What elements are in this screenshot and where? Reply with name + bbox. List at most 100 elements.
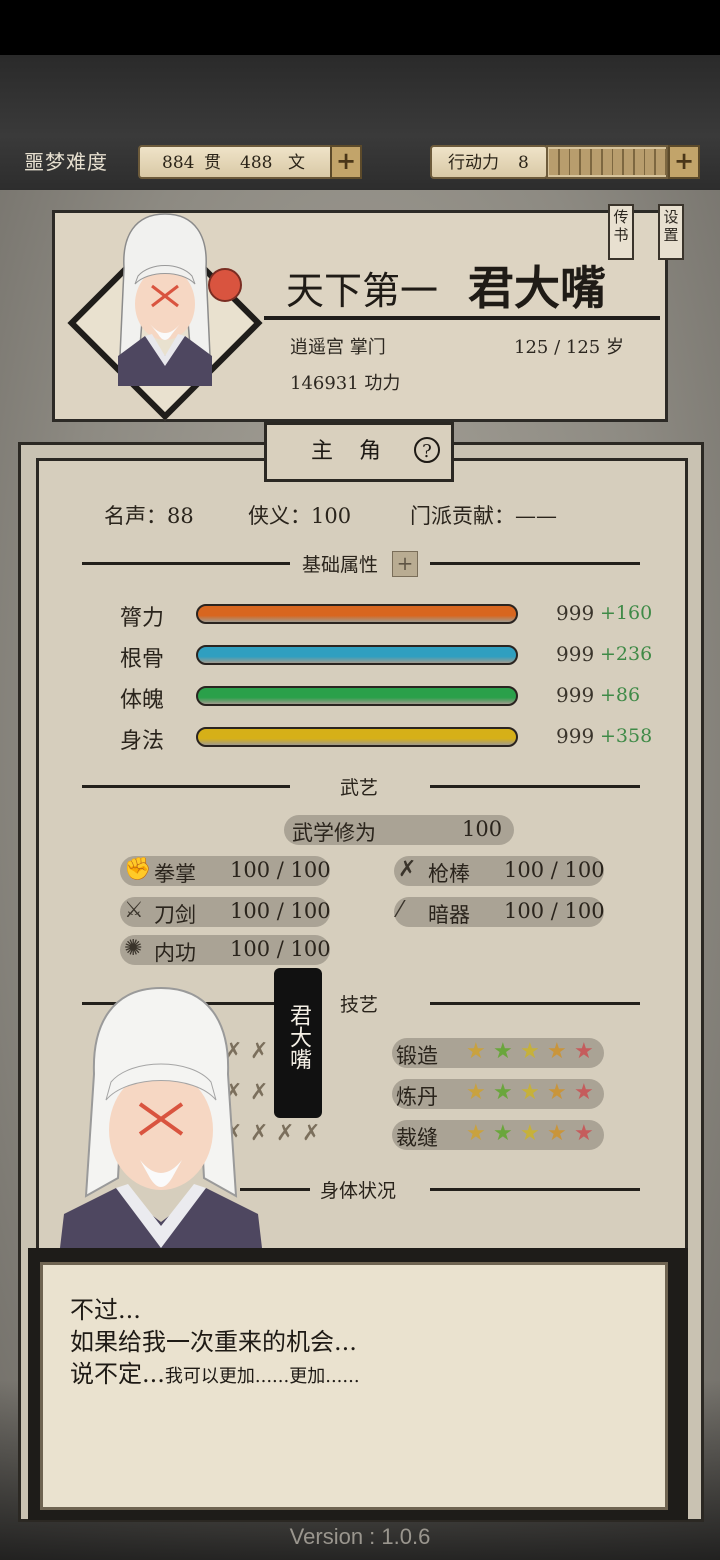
dialog-line-1: 不过... xyxy=(70,1296,141,1324)
settings-tab[interactable]: 设置 xyxy=(658,204,684,260)
speaker-name-tag: 君大嘴 xyxy=(274,968,322,1118)
spear-icon: ✗ xyxy=(398,857,417,882)
craft-name: 裁缝 xyxy=(396,1126,438,1150)
attribute-value: 999 xyxy=(556,683,595,707)
bowl-icon: ★ xyxy=(520,1080,540,1105)
add-money-button[interactable]: + xyxy=(330,145,362,179)
energy-segment xyxy=(634,149,646,175)
craft-title: 技艺 xyxy=(340,994,379,1016)
needle-icon: ★ xyxy=(466,1121,486,1146)
attribute-bar xyxy=(196,604,518,624)
energy-segment xyxy=(591,149,603,175)
allocate-points-button[interactable]: + xyxy=(392,551,418,577)
version-label: Version : 1.0.6 xyxy=(289,1524,431,1549)
attribute-label: 根骨 xyxy=(120,647,165,672)
divider xyxy=(82,785,290,788)
money-wen: 488 xyxy=(240,153,273,173)
letters-tab[interactable]: 传书 xyxy=(608,204,634,260)
speaker-portrait xyxy=(60,986,262,1248)
bowl-icon: ★ xyxy=(466,1080,486,1105)
bowl-icon: ★ xyxy=(547,1080,567,1105)
attribute-bar xyxy=(196,727,518,747)
character-sect: 逍遥宫 掌门 xyxy=(290,337,386,358)
dialog-line-2: 如果给我一次重来的机会... xyxy=(70,1328,357,1356)
attribute-bar xyxy=(196,686,518,706)
craft-name: 炼丹 xyxy=(396,1085,438,1109)
energy-segment xyxy=(559,149,571,175)
skill-value: 100 / 100 xyxy=(230,937,331,961)
avatar[interactable] xyxy=(100,206,230,406)
bowl-icon: ★ xyxy=(493,1080,513,1105)
energy-segment xyxy=(602,149,614,175)
martial-study-value: 100 xyxy=(462,817,503,841)
body-status-title: 身体状况 xyxy=(320,1180,397,1202)
needle-icon: ★ xyxy=(520,1121,540,1146)
attribute-label: 体魄 xyxy=(120,688,165,713)
energy-segment xyxy=(549,149,560,175)
attribute-bar xyxy=(196,645,518,665)
skill-name: 枪棒 xyxy=(428,862,470,886)
contribution-stat: 门派贡献：—— xyxy=(410,504,557,528)
money-display: 884 贯 488 文 xyxy=(138,145,334,179)
attribute-bonus: +160 xyxy=(600,602,653,624)
skill-value: 100 / 100 xyxy=(230,899,331,923)
divider xyxy=(430,562,640,565)
dialog-line-3b: 我可以更加......更加...... xyxy=(164,1366,360,1387)
divider xyxy=(430,1188,640,1191)
title-underline xyxy=(264,316,660,320)
skill-name: 暗器 xyxy=(428,903,470,927)
character-name: 君大嘴 xyxy=(468,261,606,315)
money-wen-unit: 文 xyxy=(288,153,305,173)
action-label: 行动力 xyxy=(448,153,499,173)
justice-stat: 侠义：100 xyxy=(248,504,352,528)
attribute-value: 999 xyxy=(556,724,595,748)
anvil-icon: ★ xyxy=(574,1039,594,1064)
character-age: 125 / 125 岁 xyxy=(514,337,624,358)
speaker-name: 君大嘴 xyxy=(286,1004,311,1070)
attribute-value: 999 xyxy=(556,642,595,666)
energy-segment xyxy=(623,149,635,175)
dialog-line-3a: 说不定... xyxy=(70,1360,165,1388)
martial-study-label: 武学修为 xyxy=(292,821,376,845)
action-value: 8 xyxy=(518,153,529,173)
energy-segment xyxy=(570,149,582,175)
status-dot xyxy=(208,268,242,302)
energy-segment xyxy=(645,149,657,175)
help-icon[interactable]: ? xyxy=(414,437,440,463)
attribute-bonus: +358 xyxy=(600,725,653,747)
add-action-button[interactable]: + xyxy=(668,145,700,179)
swords-icon: ⚔ xyxy=(124,898,144,923)
skill-name: 拳掌 xyxy=(154,862,196,886)
attribute-label: 膂力 xyxy=(120,606,165,631)
character-power: 146931 功力 xyxy=(290,373,401,394)
action-display: 行动力 8 xyxy=(430,145,548,179)
divider xyxy=(430,1002,640,1005)
status-bar xyxy=(0,0,720,55)
energy-icon: ✺ xyxy=(124,936,143,961)
base-attributes-title: 基础属性 xyxy=(302,554,379,576)
craft-level-icon: ✗ xyxy=(276,1121,295,1146)
needle-icon: ★ xyxy=(574,1121,594,1146)
money-guan: 884 xyxy=(162,153,195,173)
energy-segment xyxy=(581,149,593,175)
bowl-icon: ★ xyxy=(574,1080,594,1105)
energy-segment xyxy=(613,149,625,175)
character-title: 天下第一 xyxy=(286,269,439,313)
attribute-bonus: +236 xyxy=(600,643,653,665)
skill-value: 100 / 100 xyxy=(230,858,331,882)
anvil-icon: ★ xyxy=(466,1039,486,1064)
needle-icon: ★ xyxy=(547,1121,567,1146)
skill-name: 刀剑 xyxy=(154,903,196,927)
craft-level-icon: ✗ xyxy=(302,1121,321,1146)
anvil-icon: ★ xyxy=(520,1039,540,1064)
skill-name: 内功 xyxy=(154,941,196,965)
attribute-value: 999 xyxy=(556,601,595,625)
money-guan-unit: 贯 xyxy=(204,153,221,173)
craft-name: 锻造 xyxy=(396,1044,438,1068)
anvil-icon: ★ xyxy=(493,1039,513,1064)
energy-segment xyxy=(656,149,667,175)
fame-stat: 名声：88 xyxy=(104,504,194,528)
fist-icon: ✊ xyxy=(124,857,152,882)
martial-title: 武艺 xyxy=(340,777,379,799)
difficulty-label: 噩梦难度 xyxy=(24,150,108,174)
